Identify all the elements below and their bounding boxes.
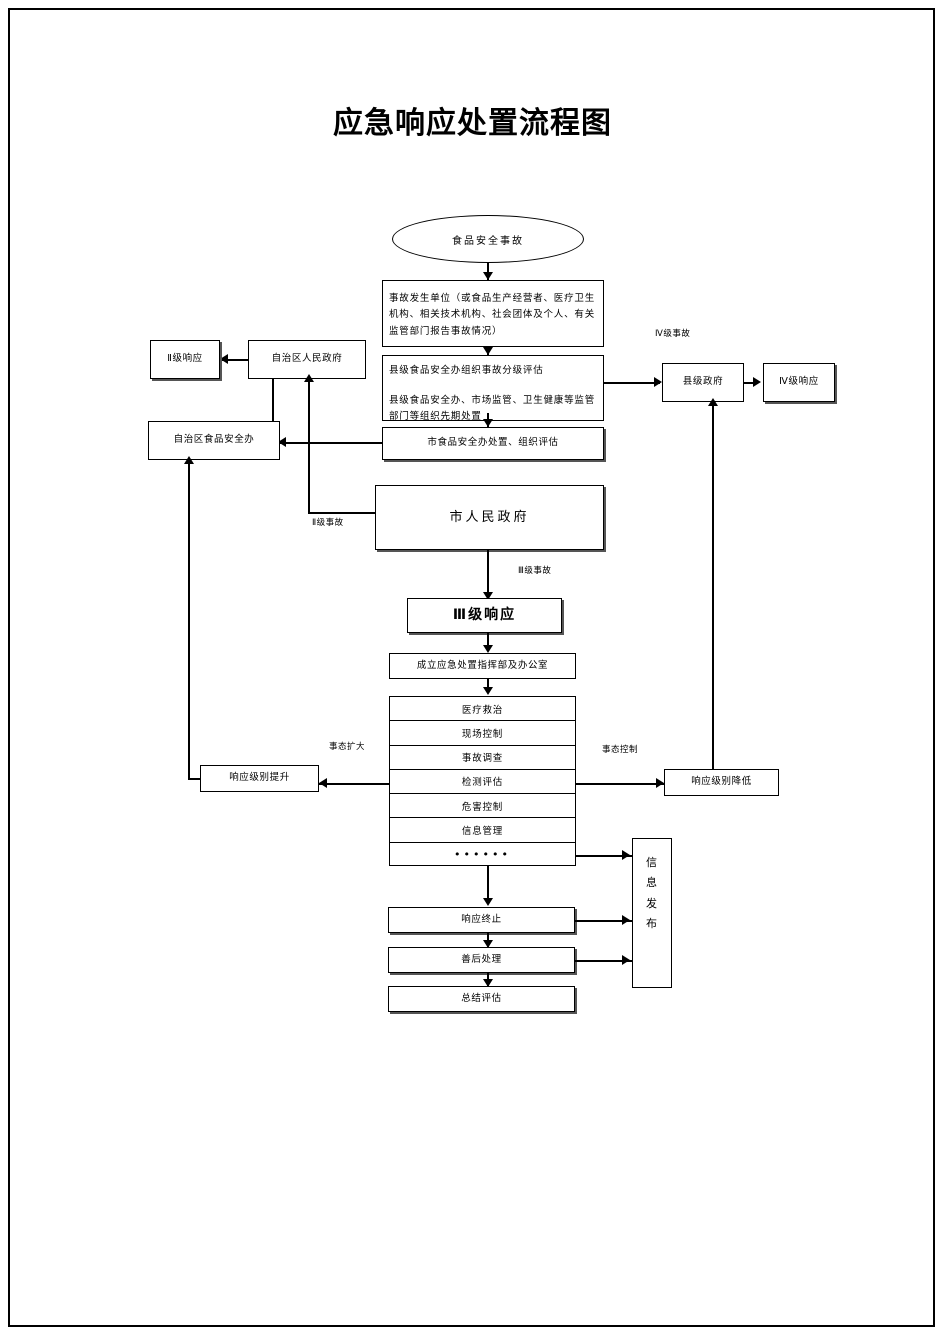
edge-upgrade-to-region-office-v [188, 464, 190, 779]
measure-item-label: 事故调查 [461, 753, 504, 765]
measure-item-label: 信息管理 [461, 826, 504, 838]
measure-item-label: 检测评估 [461, 777, 504, 789]
node-city-office-eval-label: 市食品安全办处置、组织评估 [427, 437, 559, 449]
node-city-government-label: 市人民政府 [449, 509, 530, 525]
node-incident-label: 食品安全事故 [452, 235, 524, 247]
measure-item: •••••• [390, 843, 575, 867]
arrowhead-right [622, 955, 630, 965]
node-incident: 食品安全事故 [392, 215, 584, 263]
edge-measures-to-upgrade [319, 783, 389, 785]
node-report-unit: 事故发生单位（或食品生产经营者、医疗卫生机构、相关技术机构、社会团体及个人、有关… [382, 280, 604, 347]
node-response-end-label: 响应终止 [461, 913, 502, 925]
node-setup-command-label: 成立应急处置指挥部及办公室 [416, 659, 549, 671]
node-level2-response-label: Ⅱ级响应 [167, 353, 203, 365]
arrowhead-right [622, 915, 630, 925]
node-region-government-label: 自治区人民政府 [271, 353, 343, 365]
node-level3-response-label: Ⅲ级响应 [452, 607, 517, 623]
arrowhead-left [220, 354, 228, 364]
measure-item: 事故调查 [390, 746, 575, 770]
node-report-unit-label: 事故发生单位（或食品生产经营者、医疗卫生机构、相关技术机构、社会团体及个人、有关… [389, 292, 596, 337]
arrowhead-down [483, 687, 493, 695]
arrowhead-right [656, 778, 664, 788]
measure-item: 危害控制 [390, 794, 575, 819]
measure-item: 信息管理 [390, 818, 575, 843]
measure-item-label: 现场控制 [461, 728, 504, 740]
measure-item-label: 危害控制 [461, 801, 504, 813]
arrowhead-right [753, 377, 761, 387]
edge-measures-to-downgrade [576, 783, 664, 785]
node-county-grading: 县级食品安全办组织事故分级评估 县级食品安全办、市场监管、卫生健康等监管部门等组… [382, 355, 604, 422]
node-city-office-eval: 市食品安全办处置、组织评估 [382, 427, 604, 460]
node-summary-eval: 总结评估 [388, 986, 575, 1012]
node-county-government-label: 县级政府 [682, 376, 724, 388]
node-response-upgrade: 响应级别提升 [200, 765, 319, 792]
node-summary-eval-label: 总结评估 [461, 992, 502, 1004]
node-aftermath-label: 善后处理 [461, 953, 502, 965]
node-county-government: 县级政府 [662, 363, 744, 402]
edge-grading-to-county-gov [604, 382, 660, 384]
node-response-end: 响应终止 [388, 907, 575, 933]
node-county-grading-line1: 县级食品安全办组织事故分级评估 [389, 365, 544, 376]
measure-item: 检测评估 [390, 770, 575, 795]
arrowhead-down [483, 272, 493, 280]
measure-item-label: •••••• [454, 848, 511, 862]
edge-downgrade-to-county-gov [712, 402, 714, 770]
edge-city-gov-to-region-gov-v [308, 379, 310, 513]
arrowhead-up [184, 456, 194, 464]
node-info-release-label: 信息发布 [646, 856, 658, 931]
flowchart-page: 应急响应处置流程图 食品安全事故 事故发生单位（或食品生产经营者、医疗卫生机构、… [0, 0, 945, 1337]
node-city-government: 市人民政府 [375, 485, 604, 550]
node-aftermath: 善后处理 [388, 947, 575, 973]
node-setup-command: 成立应急处置指挥部及办公室 [389, 653, 576, 679]
measure-item: 现场控制 [390, 721, 575, 746]
measure-item: 医疗救治 [390, 697, 575, 722]
arrowhead-right [654, 377, 662, 387]
node-region-food-office-label: 自治区食品安全办 [173, 434, 255, 446]
edge-upgrade-to-region-office-h [188, 778, 201, 780]
edge-label-situation-expand: 事态扩大 [329, 742, 366, 752]
node-info-release: 信息发布 [632, 838, 672, 988]
node-county-grading-line2: 县级食品安全办、市场监管、卫生健康等监管部门等组织先期处置 [389, 394, 596, 423]
edge-label-level3-incident: Ⅲ级事故 [518, 566, 552, 576]
node-level3-response: Ⅲ级响应 [407, 598, 562, 633]
node-level4-response-label: Ⅳ级响应 [779, 376, 819, 388]
edge-label-level4-incident: Ⅳ级事故 [655, 329, 691, 339]
measures-stack: 医疗救治现场控制事故调查检测评估危害控制信息管理 •••••• [389, 696, 576, 866]
node-region-food-office: 自治区食品安全办 [148, 421, 280, 460]
arrowhead-down [483, 419, 493, 427]
measure-item-label: 医疗救治 [461, 704, 504, 716]
arrowhead-up [304, 374, 314, 382]
page-title: 应急响应处置流程图 [333, 106, 612, 141]
node-response-downgrade: 响应级别降低 [664, 769, 779, 796]
arrowhead-right [622, 850, 630, 860]
arrowhead-down [483, 898, 493, 906]
edge-label-situation-control: 事态控制 [602, 745, 639, 755]
arrowhead-down [483, 645, 493, 653]
node-response-upgrade-label: 响应级别提升 [229, 772, 290, 784]
arrowhead-up [708, 398, 718, 406]
edge-label-level2-incident: Ⅱ级事故 [312, 518, 344, 528]
edge-city-gov-to-region-gov-h [308, 512, 376, 514]
arrowhead-down [483, 347, 493, 355]
node-level2-response: Ⅱ级响应 [150, 340, 220, 379]
node-response-downgrade-label: 响应级别降低 [691, 776, 752, 788]
edge-city-gov-to-level3 [487, 550, 489, 598]
arrowhead-left [319, 778, 327, 788]
node-level4-response: Ⅳ级响应 [763, 363, 835, 402]
